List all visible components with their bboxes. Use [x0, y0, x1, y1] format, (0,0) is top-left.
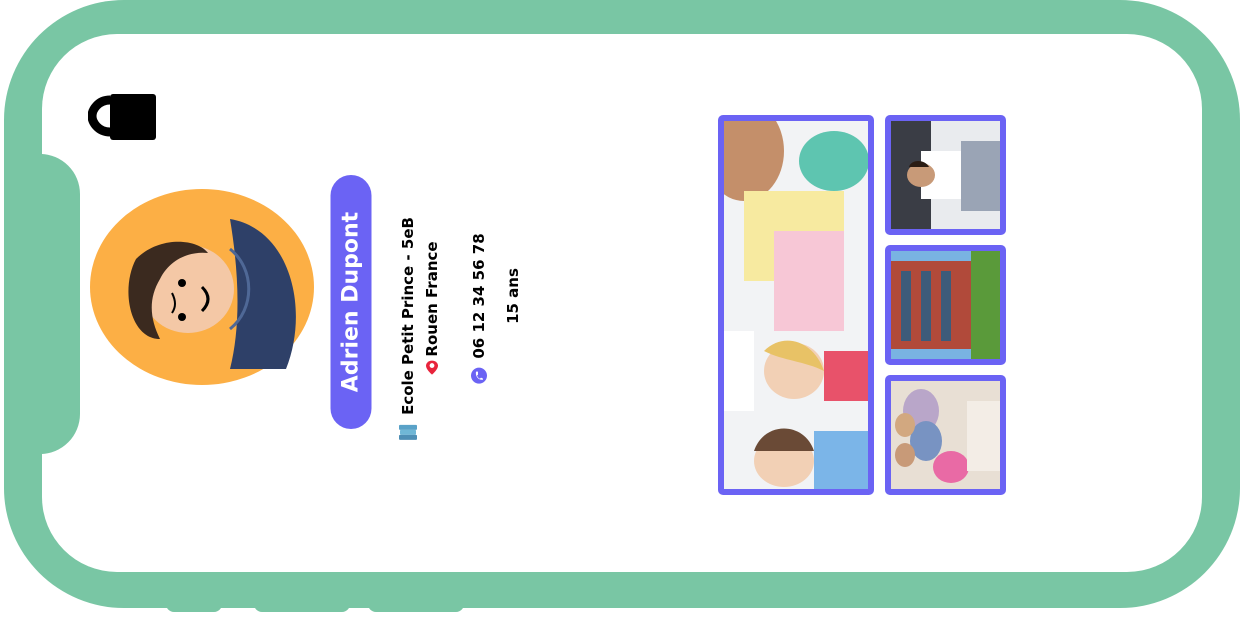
school-text: Ecole Petit Prince - 5eB [399, 217, 417, 415]
age-text: 15 ans [504, 268, 522, 324]
lock-icon[interactable] [88, 92, 158, 142]
profile-name: Adrien Dupont [338, 211, 364, 393]
city-row: Rouen France [423, 241, 441, 375]
gallery-photo-friends[interactable] [885, 375, 1006, 495]
power-button[interactable] [368, 600, 464, 612]
books-icon [399, 424, 417, 440]
phone-text: 06 12 34 56 78 [470, 233, 488, 359]
volume-button[interactable] [166, 600, 222, 612]
gallery-photo-school-building[interactable] [885, 245, 1006, 365]
volume-button[interactable] [254, 600, 350, 612]
school-row: Ecole Petit Prince - 5eB [397, 217, 419, 443]
camera-notch [42, 154, 80, 454]
city-text: Rouen France [423, 241, 441, 357]
avatar [90, 189, 314, 385]
gallery-photo-student[interactable] [885, 115, 1006, 235]
phone-screen: Adrien Dupont Ecole Petit Prince - 5eB R… [42, 34, 1202, 572]
phone-row: 06 12 34 56 78 [470, 233, 488, 384]
phone-icon[interactable] [470, 367, 488, 385]
profile-name-badge: Adrien Dupont [330, 175, 372, 429]
map-pin-icon [426, 360, 438, 375]
gallery-photo-classroom[interactable] [718, 115, 874, 495]
